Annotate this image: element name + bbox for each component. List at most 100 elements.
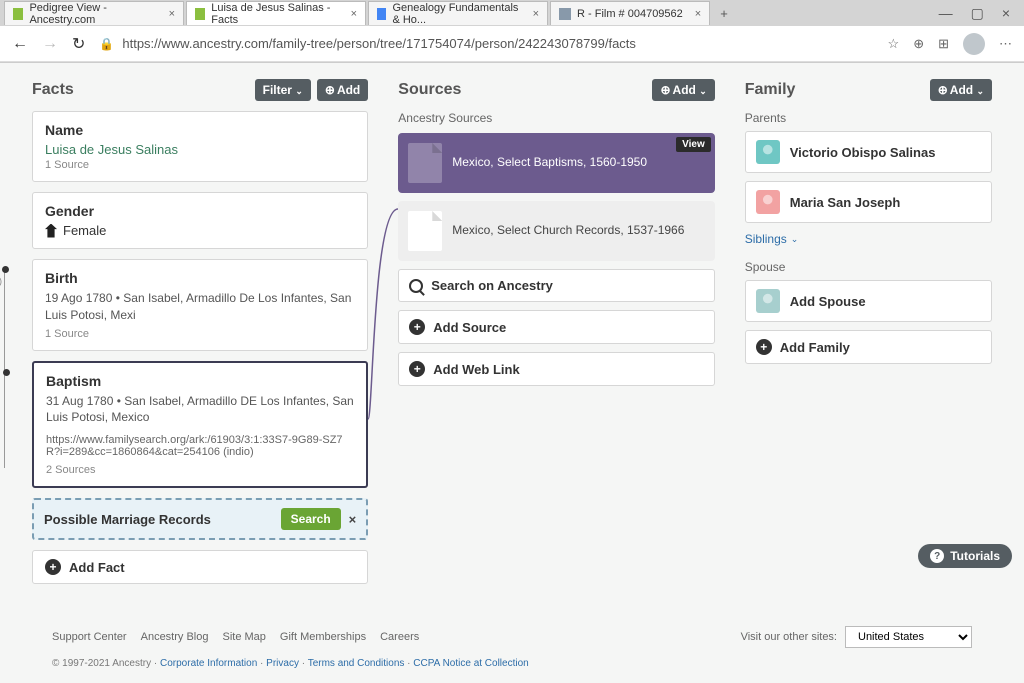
legal-link[interactable]: CCPA Notice at Collection (413, 658, 528, 669)
toolbar-right: ☆ ⊕ ⊞ ⋯ (888, 33, 1012, 55)
new-tab-button[interactable]: + (712, 6, 736, 21)
footer-link[interactable]: Ancestry Blog (141, 631, 209, 643)
profile-avatar[interactable] (963, 33, 985, 55)
footer: Support Center Ancestry Blog Site Map Gi… (32, 612, 992, 683)
spouse-label: Spouse (745, 260, 992, 274)
footer-link[interactable]: Gift Memberships (280, 631, 366, 643)
add-source-header-button[interactable]: ⊕Add ⌄ (652, 79, 714, 101)
tab-facts[interactable]: Luisa de Jesus Salinas - Facts × (186, 1, 366, 25)
chevron-down-icon: ⌄ (699, 86, 707, 96)
view-badge[interactable]: View (676, 137, 711, 152)
hint-search-button[interactable]: Search (281, 508, 341, 530)
browser-chrome: Pedigree View - Ancestry.com × Luisa de … (0, 0, 1024, 63)
baptism-label: Baptism (46, 373, 354, 389)
close-icon[interactable]: × (695, 8, 701, 20)
more-icon[interactable]: ⋯ (999, 36, 1012, 52)
gender-label: Gender (45, 203, 355, 219)
tab-film[interactable]: R - Film # 004709562 × (550, 1, 710, 25)
maximize-icon[interactable]: ▢ (971, 5, 984, 22)
extensions-icon[interactable]: ⊞ (938, 36, 949, 52)
visit-label: Visit our other sites: (741, 631, 837, 643)
footer-link[interactable]: Careers (380, 631, 419, 643)
add-web-link-button[interactable]: + Add Web Link (398, 352, 714, 386)
tab-label: Luisa de Jesus Salinas - Facts (211, 2, 338, 26)
footer-link[interactable]: Support Center (52, 631, 127, 643)
legal-link[interactable]: Corporate Information (160, 658, 257, 669)
footer-link[interactable]: Site Map (222, 631, 265, 643)
chevron-down-icon: ⌄ (791, 234, 799, 245)
mother-row[interactable]: Maria San Joseph (745, 181, 992, 223)
plus-icon: + (45, 559, 61, 575)
minimize-icon[interactable]: — (939, 5, 953, 22)
name-label: Name (45, 122, 355, 138)
timeline-dot (2, 266, 9, 273)
chevron-down-icon: ⌄ (295, 86, 303, 96)
close-icon[interactable]: × (169, 8, 175, 20)
birth-age: (AGE) (0, 276, 2, 286)
sources-column: Sources ⊕Add ⌄ Ancestry Sources View Mex… (398, 79, 714, 592)
legal-link[interactable]: Terms and Conditions (308, 658, 405, 669)
name-card[interactable]: Name Luisa de Jesus Salinas 1 Source (32, 111, 368, 182)
siblings-toggle[interactable]: Siblings ⌄ (745, 232, 799, 246)
address-bar[interactable]: 🔒 https://www.ancestry.com/family-tree/p… (99, 36, 873, 51)
footer-links: Support Center Ancestry Blog Site Map Gi… (52, 631, 419, 643)
close-icon[interactable]: × (533, 8, 539, 20)
add-fact-header-button[interactable]: ⊕Add (317, 79, 368, 101)
search-ancestry-button[interactable]: Search on Ancestry (398, 269, 714, 302)
male-avatar-icon (756, 140, 780, 164)
close-icon[interactable]: × (351, 8, 357, 20)
ancestry-favicon (195, 8, 205, 20)
fs-favicon (559, 8, 571, 20)
question-icon: ? (930, 549, 944, 563)
birth-detail: 19 Ago 1780 • San Isabel, Armadillo De L… (45, 290, 355, 324)
url-text: https://www.ancestry.com/family-tree/per… (122, 36, 636, 51)
name-meta: 1 Source (45, 159, 355, 171)
favorite-icon[interactable]: ☆ (888, 36, 900, 52)
add-spouse-button[interactable]: Add Spouse (745, 280, 992, 322)
source-baptisms[interactable]: View Mexico, Select Baptisms, 1560-1950 (398, 133, 714, 193)
document-icon (408, 211, 442, 251)
name-value: Luisa de Jesus Salinas (45, 142, 355, 157)
filter-button[interactable]: Filter ⌄ (255, 79, 311, 101)
timeline-line (4, 267, 5, 468)
legal-link[interactable]: Privacy (266, 658, 299, 669)
baptism-card[interactable]: 1780 Baptism 31 Aug 1780 • San Isabel, A… (32, 361, 368, 489)
source-text: Mexico, Select Baptisms, 1560-1950 (452, 155, 647, 171)
source-church-records[interactable]: Mexico, Select Church Records, 1537-1966 (398, 201, 714, 261)
baptism-url: https://www.familysearch.org/ark:/61903/… (46, 434, 354, 458)
tab-label: Pedigree View - Ancestry.com (29, 2, 156, 26)
female-icon (45, 224, 57, 238)
birth-card[interactable]: 1780 (AGE) Birth 19 Ago 1780 • San Isabe… (32, 259, 368, 351)
tutorials-button[interactable]: ? Tutorials (918, 544, 1012, 568)
back-button[interactable]: ← (12, 35, 28, 53)
connector-line (368, 209, 398, 429)
add-source-button[interactable]: + Add Source (398, 310, 714, 344)
close-icon[interactable]: × (349, 512, 357, 527)
timeline-dot (3, 369, 10, 376)
add-family-button[interactable]: + Add Family (745, 330, 992, 364)
country-select[interactable]: United States (845, 626, 972, 648)
close-window-icon[interactable]: × (1002, 5, 1010, 22)
family-column: Family ⊕Add ⌄ Parents Victorio Obispo Sa… (745, 79, 992, 592)
add-fact-button[interactable]: + Add Fact (32, 550, 368, 584)
chevron-down-icon: ⌄ (976, 86, 984, 96)
window-controls: — ▢ × (939, 5, 1024, 22)
hint-label: Possible Marriage Records (44, 512, 211, 527)
refresh-button[interactable]: ↻ (72, 34, 85, 54)
father-row[interactable]: Victorio Obispo Salinas (745, 131, 992, 173)
gender-card[interactable]: Gender Female (32, 192, 368, 249)
ancestry-favicon (13, 8, 23, 20)
tab-doc[interactable]: Genealogy Fundamentals & Ho... × (368, 1, 548, 25)
family-title: Family (745, 81, 796, 99)
sources-title: Sources (398, 81, 461, 99)
tab-pedigree[interactable]: Pedigree View - Ancestry.com × (4, 1, 184, 25)
baptism-detail: 31 Aug 1780 • San Isabel, Armadillo DE L… (46, 393, 354, 427)
add-family-header-button[interactable]: ⊕Add ⌄ (930, 79, 992, 101)
female-avatar-icon (756, 190, 780, 214)
forward-button[interactable]: → (42, 35, 58, 53)
tab-label: R - Film # 004709562 (577, 8, 683, 20)
collections-icon[interactable]: ⊕ (913, 36, 924, 52)
facts-column: Facts Filter ⌄ ⊕Add Name Luisa de Jesus … (32, 79, 368, 592)
neutral-avatar-icon (756, 289, 780, 313)
plus-icon: + (409, 319, 425, 335)
